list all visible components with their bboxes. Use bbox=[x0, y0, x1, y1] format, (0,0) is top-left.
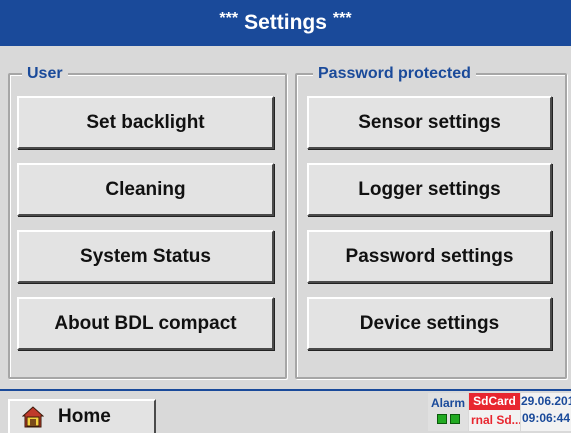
user-group-label: User bbox=[22, 64, 68, 84]
user-group: User Set backlight Cleaning System Statu… bbox=[8, 64, 287, 379]
home-button[interactable]: Home bbox=[8, 399, 156, 433]
password-protected-group: Password protected Sensor settings Logge… bbox=[295, 64, 567, 379]
alarm-label: Alarm bbox=[430, 396, 465, 410]
cleaning-button[interactable]: Cleaning bbox=[17, 163, 274, 216]
about-button[interactable]: About BDL compact bbox=[17, 297, 274, 350]
sensor-settings-button[interactable]: Sensor settings bbox=[307, 96, 552, 149]
datetime-display: 29.06.2017 09:06:44 bbox=[521, 393, 571, 431]
password-settings-button[interactable]: Password settings bbox=[307, 230, 552, 283]
title-stars-left: *** bbox=[219, 10, 239, 27]
alarm-leds bbox=[428, 414, 468, 424]
title-bar: *** Settings *** bbox=[0, 0, 571, 46]
sdcard-label: SdCard bbox=[469, 393, 520, 410]
logger-settings-button[interactable]: Logger settings bbox=[307, 163, 552, 216]
date-label: 29.06.2017 bbox=[521, 394, 571, 408]
sdcard-status[interactable]: SdCard rnal Sd... bbox=[469, 393, 520, 431]
alarm-indicator[interactable]: Alarm bbox=[428, 393, 468, 431]
alarm-led-1 bbox=[436, 414, 447, 424]
device-settings-button[interactable]: Device settings bbox=[307, 297, 552, 350]
sdcard-sub-label: rnal Sd... bbox=[469, 410, 520, 431]
home-icon bbox=[22, 406, 44, 428]
title-stars-right: *** bbox=[332, 10, 352, 27]
time-label: 09:06:44 bbox=[521, 411, 571, 425]
page-title: Settings bbox=[244, 11, 327, 34]
system-status-button[interactable]: System Status bbox=[17, 230, 274, 283]
status-bar: Home Alarm SdCard rnal Sd... 29.06.2017 … bbox=[0, 389, 571, 433]
home-label: Home bbox=[58, 406, 111, 427]
alarm-led-2 bbox=[449, 414, 460, 424]
set-backlight-button[interactable]: Set backlight bbox=[17, 96, 274, 149]
password-group-label: Password protected bbox=[313, 64, 476, 84]
